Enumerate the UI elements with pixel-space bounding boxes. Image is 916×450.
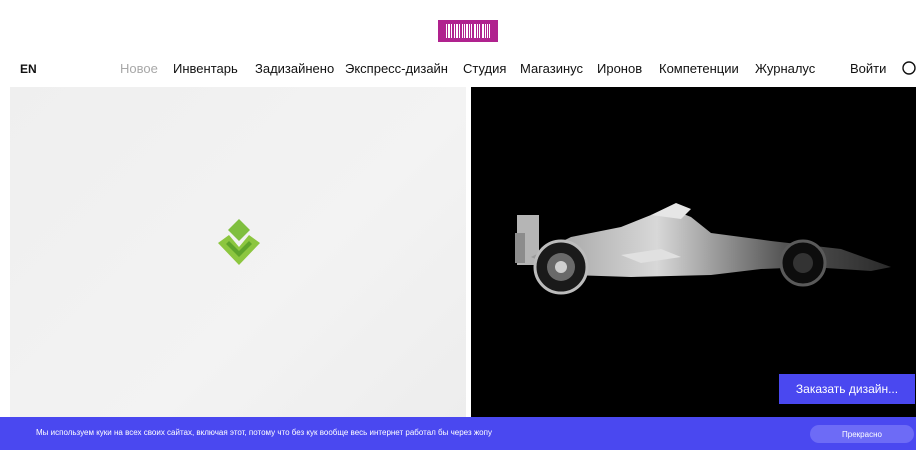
nav-item-studio[interactable]: Студия — [463, 61, 506, 76]
hero-panel-left[interactable] — [10, 87, 466, 417]
barcode-logo-icon — [446, 24, 490, 38]
login-link[interactable]: Войти — [850, 61, 886, 76]
nav-item-ironov[interactable]: Иронов — [597, 61, 642, 76]
nav-item-express-design[interactable]: Экспресс-дизайн — [345, 61, 448, 76]
nav-item-new[interactable]: Новое — [120, 61, 158, 76]
order-design-button[interactable]: Заказать дизайн... — [779, 374, 915, 404]
nav-item-inventory[interactable]: Инвентарь — [173, 61, 238, 76]
hero-panel-right[interactable] — [471, 87, 916, 417]
language-switch[interactable]: EN — [20, 62, 37, 76]
nav-item-designed[interactable]: Задизайнено — [255, 61, 334, 76]
cookie-accept-button[interactable]: Прекрасно — [810, 425, 914, 443]
search-icon[interactable] — [902, 61, 916, 78]
nav-item-store[interactable]: Магазинус — [520, 61, 583, 76]
nav-item-journal[interactable]: Журналус — [755, 61, 815, 76]
barcode-logo[interactable] — [438, 20, 498, 42]
nav-item-competencies[interactable]: Компетенции — [659, 61, 739, 76]
cookie-text: Мы используем куки на всех своих сайтах,… — [36, 428, 492, 437]
main-nav: EN Новое Инвентарь Задизайнено Экспресс-… — [0, 58, 916, 80]
formula-one-car-image — [515, 203, 891, 295]
green-diamond-logo-icon — [218, 219, 260, 265]
cookie-banner: Мы используем куки на всех своих сайтах,… — [0, 417, 916, 450]
